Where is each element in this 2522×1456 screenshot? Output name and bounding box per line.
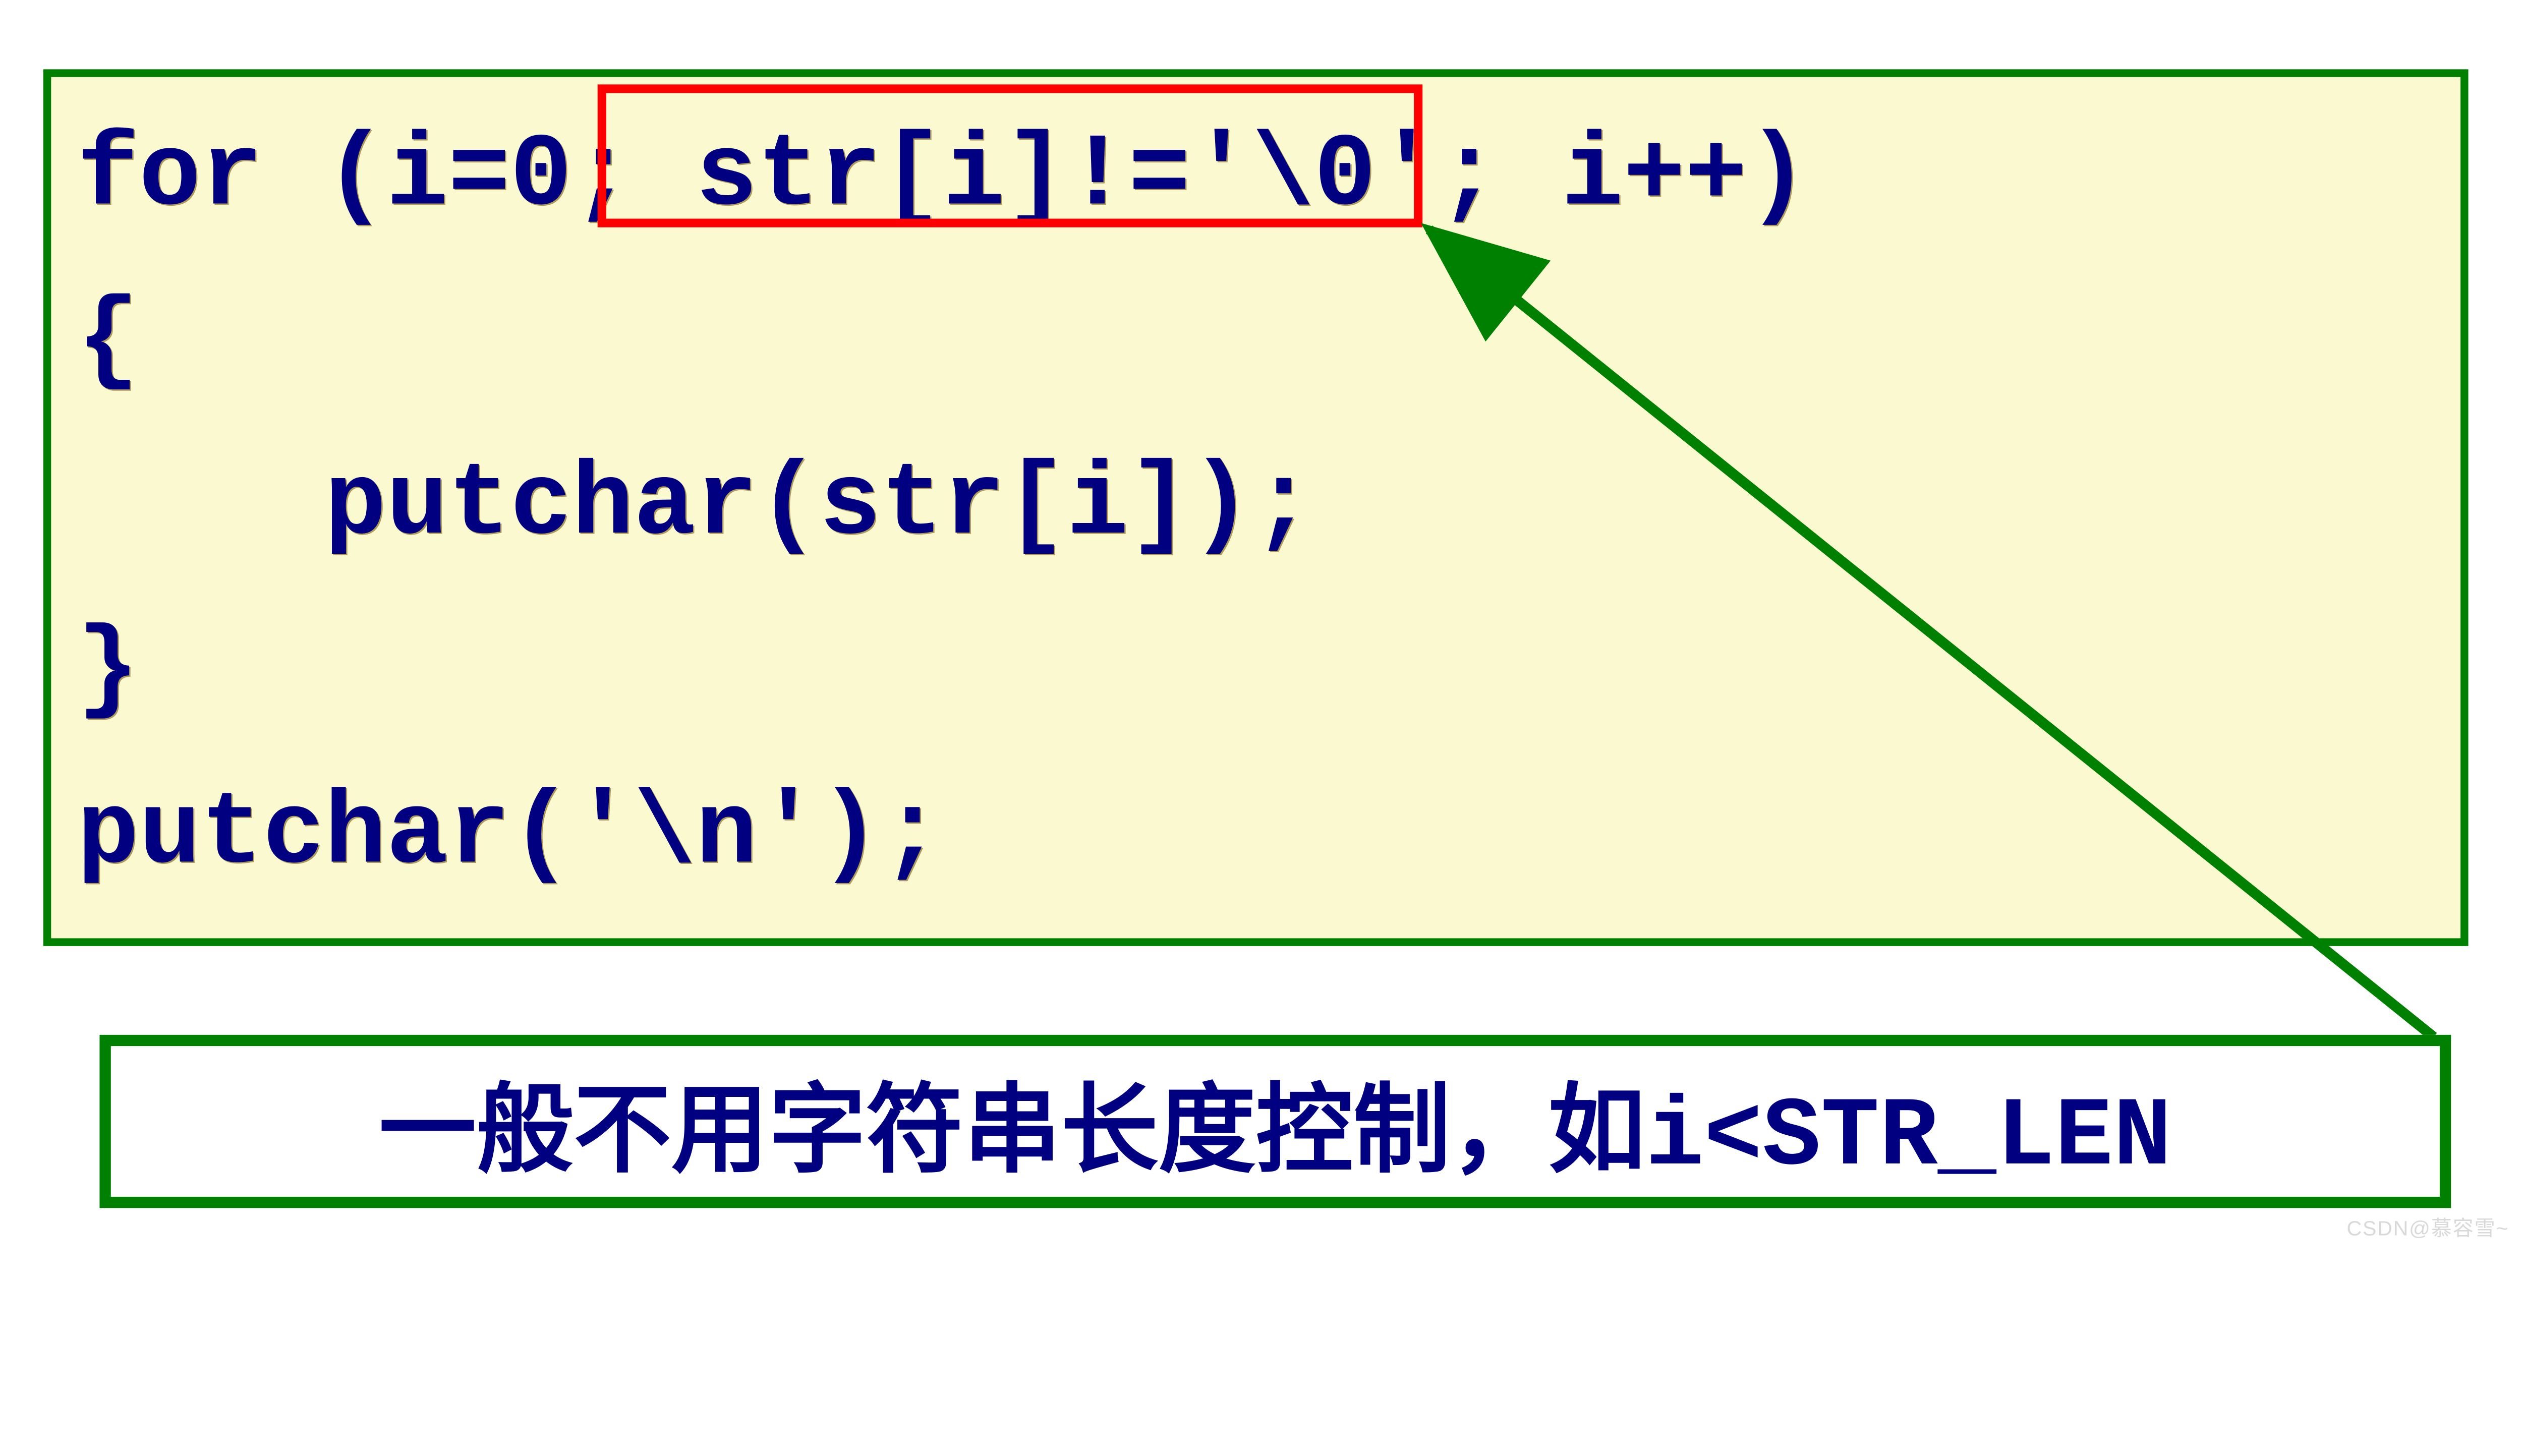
code-line-3: putchar(str[i]); — [77, 447, 1314, 564]
code-line-4: } — [77, 612, 139, 728]
annotation-box: 一般不用字符串长度控制，如i<STR_LEN — [99, 1035, 2451, 1208]
annotation-code: i<STR_LEN — [1645, 1082, 2171, 1193]
code-line-2: { — [77, 283, 139, 399]
annotation-text: 一般不用字符串长度控制，如i<STR_LEN — [379, 1050, 2171, 1192]
watermark: CSDN@慕容雪~ — [2346, 1211, 2509, 1241]
red-highlight-box — [598, 84, 1422, 227]
slide-stage: for (i=0; str[i]!='\0'; i++) { putchar(s… — [0, 0, 2522, 1250]
code-line-1c: ; i++) — [1438, 118, 1809, 235]
annotation-cn: 一般不用字符串长度控制，如 — [379, 1082, 1645, 1193]
code-line-5: putchar('\n'); — [77, 776, 943, 893]
